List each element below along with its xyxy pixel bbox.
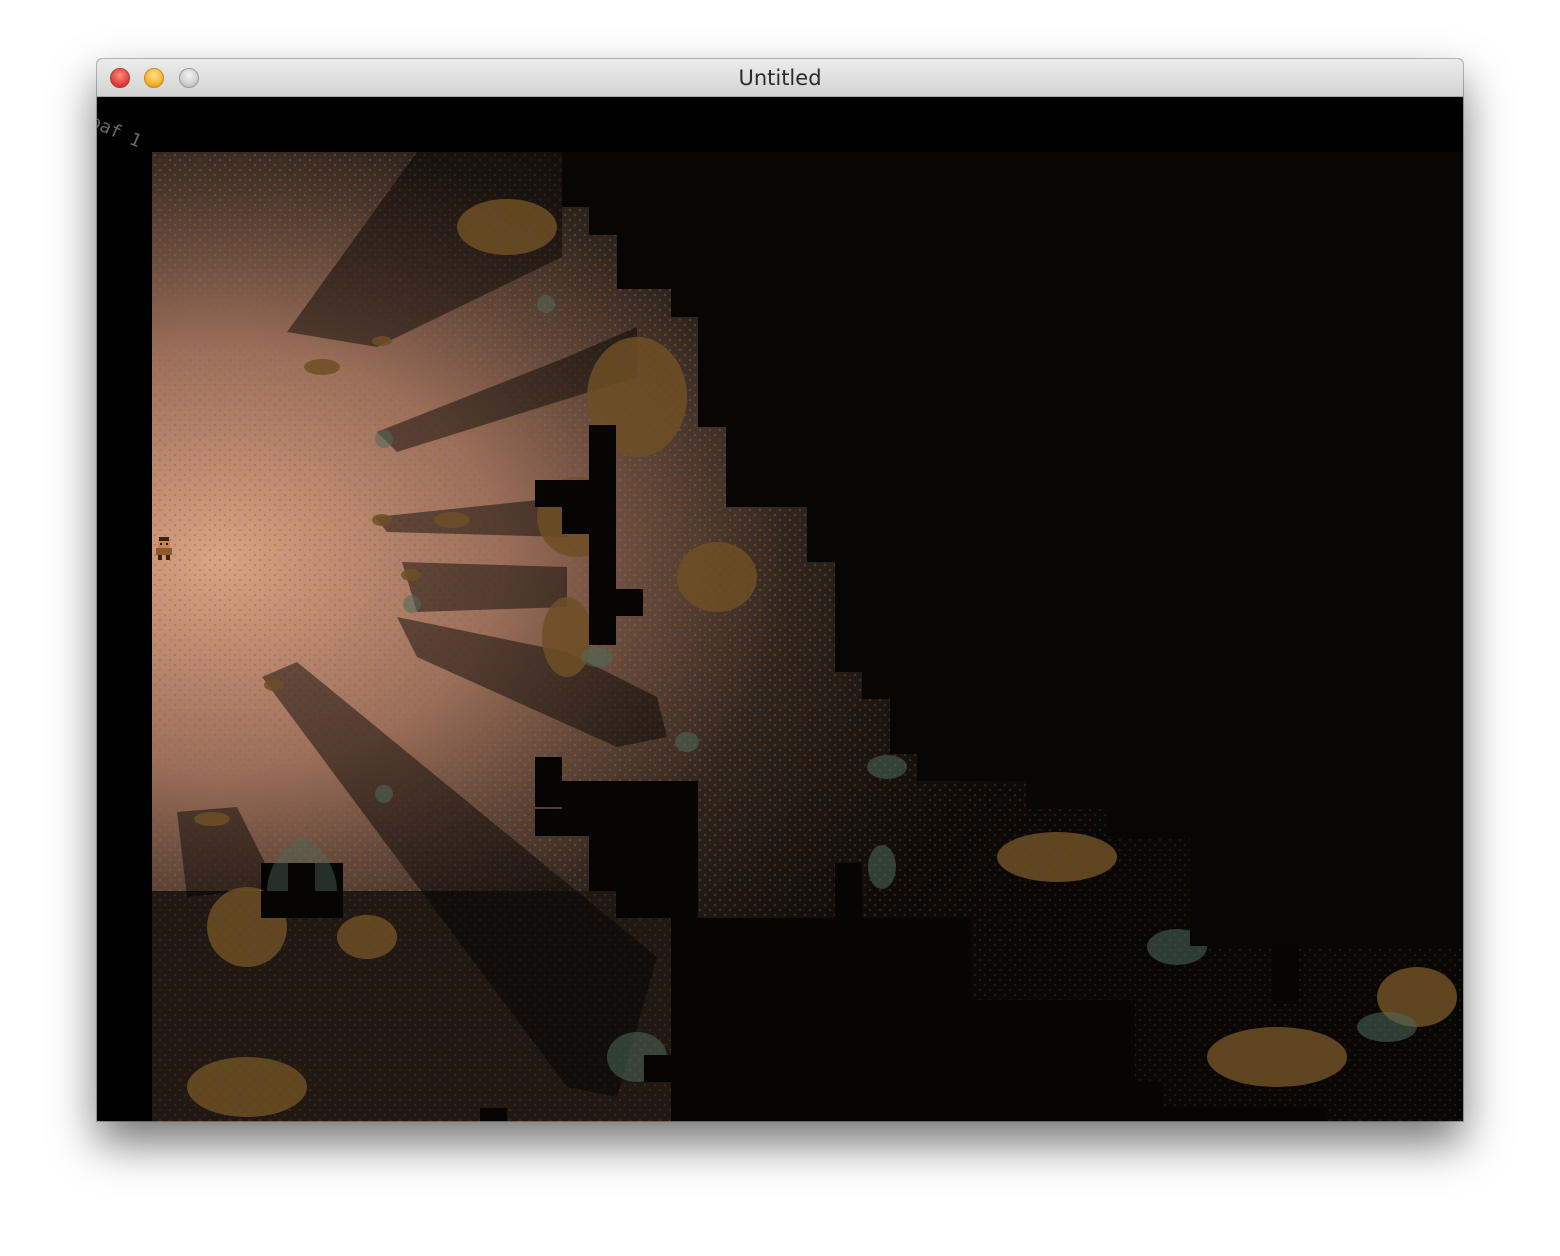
game-viewport[interactable]: paf 1 (97, 97, 1463, 1121)
window-title: Untitled (738, 66, 822, 90)
title-bar[interactable]: Untitled (97, 59, 1463, 97)
game-scene (97, 97, 1463, 1121)
app-window: Untitled paf 1 (97, 59, 1463, 1121)
